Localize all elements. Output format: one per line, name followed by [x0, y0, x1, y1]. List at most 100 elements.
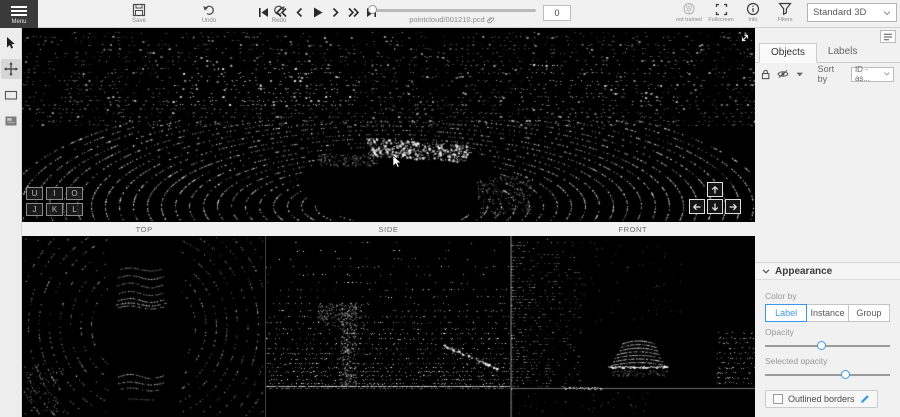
outlined-borders-checkbox[interactable] — [773, 394, 783, 404]
filename: pointcloud/001210.pcd — [409, 15, 484, 24]
image-icon — [4, 115, 18, 127]
key-k-button[interactable]: K — [46, 203, 63, 216]
expand-view-icon[interactable] — [739, 31, 751, 43]
sort-select-value: ID - as... — [855, 65, 884, 83]
opacity-slider-handle[interactable] — [817, 341, 826, 350]
top-view-canvas[interactable] — [22, 236, 265, 417]
object-list-controls: Sort by ID - as... — [755, 63, 900, 85]
move-tool-button[interactable] — [1, 59, 21, 79]
outlined-borders-label: Outlined borders — [788, 394, 855, 404]
ai-model-button[interactable]: not trained — [675, 2, 703, 23]
pan-right-button[interactable] — [725, 199, 741, 214]
color-by-instance-option[interactable]: Instance — [806, 304, 848, 322]
skip-start-button[interactable] — [256, 4, 271, 20]
play-button[interactable] — [310, 4, 325, 20]
frame-seek-handle[interactable] — [368, 5, 377, 14]
next-frame-button[interactable] — [328, 4, 343, 20]
panel-menu-button[interactable] — [880, 30, 896, 43]
ortho-view-labels: TOP SIDE FRONT — [22, 222, 755, 236]
main-3d-view: U I O J K L — [22, 28, 755, 222]
fullscreen-button[interactable]: Fullscreen — [707, 3, 735, 23]
opacity-label: Opacity — [765, 327, 890, 337]
playback-controls — [256, 4, 379, 20]
fast-rewind-button[interactable] — [274, 4, 289, 20]
topbar: Menu Save Undo — [0, 0, 900, 28]
pan-arrow-pad — [689, 182, 741, 215]
frame-number-input[interactable] — [543, 5, 571, 21]
app-window: Menu Save Undo — [0, 0, 900, 417]
move-icon — [4, 62, 18, 76]
filters-button[interactable]: Filters — [771, 2, 799, 23]
selected-opacity-label: Selected opacity — [765, 356, 890, 366]
color-by-label-option[interactable]: Label — [765, 304, 807, 322]
selected-opacity-slider[interactable] — [765, 369, 890, 380]
list-icon — [883, 33, 893, 41]
color-by-group-option[interactable]: Group — [848, 304, 890, 322]
dropdown-caret-icon[interactable] — [796, 72, 803, 77]
filters-label: Filters — [778, 17, 793, 23]
color-by-label: Color by — [765, 291, 890, 301]
cuboid-tool-button[interactable] — [1, 85, 21, 105]
tab-objects[interactable]: Objects — [759, 43, 817, 63]
save-label: Save — [132, 18, 146, 24]
sort-select[interactable]: ID - as... — [851, 67, 894, 82]
workspace: U I O J K L — [22, 28, 755, 417]
fullscreen-icon — [715, 3, 728, 16]
pan-left-button[interactable] — [689, 199, 705, 214]
key-o-button[interactable]: O — [66, 187, 83, 200]
appearance-title: Appearance — [775, 266, 832, 277]
tab-labels[interactable]: Labels — [817, 43, 868, 62]
key-l-button[interactable]: L — [66, 203, 83, 216]
appearance-section: Appearance Color by Label Instance Group… — [755, 262, 900, 417]
pan-up-button[interactable] — [707, 182, 723, 197]
save-icon — [132, 3, 146, 17]
save-button[interactable]: Save — [122, 3, 156, 24]
frame-seek-slider[interactable] — [368, 9, 536, 12]
prev-frame-button[interactable] — [292, 4, 307, 20]
outlined-borders-control: Outlined borders — [765, 390, 878, 408]
main-3d-canvas[interactable] — [22, 28, 755, 222]
chevron-down-icon — [884, 72, 890, 76]
ai-model-label: not trained — [676, 17, 702, 23]
key-i-button[interactable]: I — [46, 187, 63, 200]
pencil-icon[interactable] — [860, 394, 870, 404]
fast-forward-button[interactable] — [346, 4, 361, 20]
attachment-icon[interactable] — [487, 16, 495, 24]
front-view-canvas[interactable] — [511, 236, 755, 417]
menu-button-label: Menu — [11, 19, 26, 25]
left-toolbar — [0, 28, 22, 417]
view-mode-select[interactable]: Standard 3D — [807, 3, 897, 22]
info-button[interactable]: Info — [739, 2, 767, 23]
panel-tabs: Objects Labels — [755, 43, 900, 63]
view-mode-value: Standard 3D — [813, 7, 866, 18]
image-view-tool-button[interactable] — [1, 111, 21, 131]
sort-by-label: Sort by — [818, 64, 844, 84]
chevron-down-icon — [883, 10, 891, 16]
visibility-off-icon[interactable] — [777, 69, 789, 79]
ortho-views — [22, 236, 755, 417]
front-view-label: FRONT — [511, 225, 755, 234]
filter-icon — [778, 2, 792, 16]
cuboid-icon — [4, 89, 18, 101]
object-list[interactable] — [755, 85, 900, 262]
key-u-button[interactable]: U — [26, 187, 43, 200]
brain-icon — [682, 2, 696, 16]
menu-button[interactable]: Menu — [0, 0, 38, 28]
pan-down-button[interactable] — [707, 199, 723, 214]
opacity-slider[interactable] — [765, 340, 890, 351]
info-icon — [746, 2, 760, 16]
lock-icon[interactable] — [761, 69, 770, 80]
pointer-icon — [4, 36, 17, 50]
appearance-header[interactable]: Appearance — [755, 263, 900, 280]
view-shortcut-keypad: U I O J K L — [26, 187, 83, 216]
undo-icon — [202, 3, 216, 17]
info-label: Info — [748, 17, 757, 23]
right-panel: Objects Labels Sort by ID - as... — [755, 28, 900, 417]
undo-button[interactable]: Undo — [192, 3, 226, 24]
key-j-button[interactable]: J — [26, 203, 43, 216]
select-tool-button[interactable] — [1, 33, 21, 53]
fullscreen-label: Fullscreen — [708, 17, 733, 23]
side-view-canvas[interactable] — [266, 236, 510, 417]
selected-opacity-slider-handle[interactable] — [841, 370, 850, 379]
hamburger-icon — [11, 4, 27, 18]
